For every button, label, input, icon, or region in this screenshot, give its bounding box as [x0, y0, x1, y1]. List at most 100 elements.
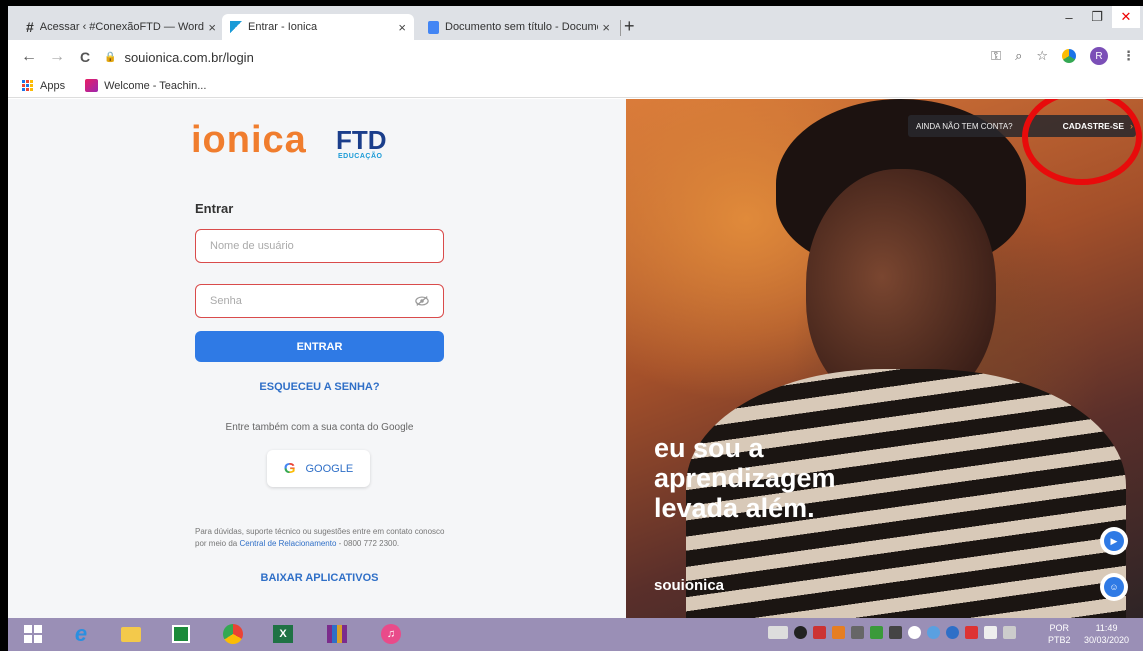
tagline-line: levada além.: [654, 493, 815, 523]
tab-title: Documento sem título - Docume: [445, 21, 599, 33]
souionica-brand: souionica: [654, 577, 725, 594]
network-icon[interactable]: [870, 626, 883, 639]
flag-icon[interactable]: [889, 626, 902, 639]
winrar-icon[interactable]: [324, 621, 350, 647]
key-icon[interactable]: ⚿: [991, 48, 1001, 64]
google-login-button[interactable]: G GOOGLE: [267, 450, 370, 487]
hero-tagline: eu sou a aprendizagem levada além.: [654, 433, 836, 523]
ionica-logo: ionica: [191, 119, 307, 161]
close-icon[interactable]: ×: [398, 20, 406, 35]
google-login-hint: Entre também com a sua conta do Google: [225, 422, 414, 433]
toolbar-actions: ⚿ ⌕ ☆ R ⋮: [991, 47, 1135, 65]
browser-toolbar: ← → C 🔒 souionica.com.br/login ⚿ ⌕ ☆ R ⋮: [8, 40, 1143, 74]
display-icon[interactable]: [984, 626, 997, 639]
ionica-tab-icon: [230, 21, 242, 33]
clock[interactable]: 11:49 30/03/2020: [1084, 622, 1129, 646]
app-tray-icon[interactable]: [832, 626, 845, 639]
extension-icon[interactable]: [1062, 49, 1076, 63]
sync-icon[interactable]: [946, 626, 959, 639]
clock-date: 30/03/2020: [1084, 635, 1130, 645]
excel-icon[interactable]: X: [270, 621, 296, 647]
lock-icon: 🔒: [104, 51, 117, 63]
download-apps-link[interactable]: BAIXAR APLICATIVOS: [195, 572, 444, 584]
star-icon[interactable]: ☆: [1036, 48, 1048, 64]
tab-separator: [620, 20, 621, 36]
play-video-button[interactable]: ▶: [1100, 527, 1128, 555]
maximize-button[interactable]: ❐: [1084, 6, 1110, 28]
signal-icon[interactable]: [851, 626, 864, 639]
cloud-icon[interactable]: [927, 626, 940, 639]
ftd-logo-subtitle: EDUCAÇÃO: [338, 153, 383, 160]
support-phone: - 0800 772 2300.: [336, 539, 400, 548]
help-chat-button[interactable]: ☺: [1100, 573, 1128, 601]
page-content: ionica FTD EDUCAÇÃO Entrar ENTRAR ESQUEC…: [8, 99, 1143, 618]
apps-icon: [22, 79, 34, 92]
minimize-button[interactable]: –: [1056, 6, 1082, 28]
language-code: POR: [1049, 623, 1070, 633]
forgot-password-link[interactable]: ESQUECEU A SENHA?: [195, 381, 444, 393]
wifi-icon[interactable]: [908, 626, 921, 639]
keyboard-icon[interactable]: [768, 626, 788, 639]
browser-window: # Acessar ‹ #ConexãoFTD — Word × Entrar …: [8, 6, 1143, 651]
tab-google-docs[interactable]: Documento sem título - Docume ×: [420, 14, 618, 40]
username-field[interactable]: [195, 229, 444, 263]
tab-wordpress[interactable]: # Acessar ‹ #ConexãoFTD — Word ×: [18, 14, 224, 40]
hero-panel: AINDA NÃO TEM CONTA? CADASTRE-SE › eu so…: [626, 99, 1143, 618]
menu-icon[interactable]: ⋮: [1122, 48, 1135, 64]
internet-explorer-icon[interactable]: e: [68, 621, 94, 647]
close-icon[interactable]: ×: [602, 20, 610, 35]
bookmark-label: Apps: [40, 79, 66, 92]
google-g-icon: G: [283, 460, 296, 477]
chrome-icon[interactable]: [220, 621, 246, 647]
docs-icon: [428, 20, 439, 34]
language-indicator[interactable]: POR PTB2: [1048, 622, 1071, 646]
login-button[interactable]: ENTRAR: [195, 331, 444, 362]
windows-taskbar: e X ♫ POR PTB2 11:49 30/03/2020: [8, 618, 1143, 651]
bookmark-label: Welcome - Teachin...: [104, 79, 207, 92]
itunes-icon[interactable]: ♫: [378, 621, 404, 647]
window-close-button[interactable]: ✕: [1112, 6, 1140, 28]
battery-icon[interactable]: [965, 626, 978, 639]
support-center-link[interactable]: Central de Relacionamento: [239, 539, 336, 548]
signup-question: AINDA NÃO TEM CONTA?: [916, 121, 1013, 131]
eye-off-icon[interactable]: [415, 295, 429, 307]
password-input[interactable]: [210, 295, 415, 307]
bluetooth-icon[interactable]: [794, 626, 807, 639]
store-icon[interactable]: [168, 621, 194, 647]
tab-title: Acessar ‹ #ConexãoFTD — Word: [39, 21, 205, 33]
clock-time: 11:49: [1095, 623, 1118, 633]
login-heading: Entrar: [195, 201, 234, 216]
windows-start-icon[interactable]: [20, 621, 46, 647]
close-icon[interactable]: ×: [208, 20, 216, 35]
reload-button[interactable]: C: [74, 49, 96, 65]
play-icon: ▶: [1104, 531, 1124, 551]
tab-title: Entrar - Ionica: [248, 21, 318, 33]
bookmark-welcome[interactable]: Welcome - Teachin...: [85, 79, 206, 92]
login-panel: ionica FTD EDUCAÇÃO Entrar ENTRAR ESQUEC…: [8, 99, 626, 618]
bookmark-apps[interactable]: Apps: [22, 79, 66, 92]
new-tab-button[interactable]: +: [624, 16, 635, 37]
url-text: souionica.com.br/login: [124, 49, 254, 65]
google-button-label: GOOGLE: [305, 462, 354, 475]
ftd-logo: FTD: [336, 125, 387, 155]
tab-strip: # Acessar ‹ #ConexãoFTD — Word × Entrar …: [8, 6, 1143, 40]
file-explorer-icon[interactable]: [118, 621, 144, 647]
antivirus-icon[interactable]: [813, 626, 826, 639]
system-tray: [768, 626, 1016, 639]
tab-ionica[interactable]: Entrar - Ionica ×: [222, 14, 414, 40]
password-field[interactable]: [195, 284, 444, 318]
bookmarks-bar: Apps Welcome - Teachin...: [8, 74, 1143, 98]
tagline-line: aprendizagem: [654, 463, 836, 493]
volume-icon[interactable]: [1003, 626, 1016, 639]
red-highlight-circle: [1022, 99, 1142, 185]
address-bar[interactable]: 🔒 souionica.com.br/login: [104, 45, 1044, 69]
hash-icon: #: [26, 19, 34, 35]
username-input[interactable]: [210, 240, 429, 252]
support-agent-icon: ☺: [1104, 577, 1124, 597]
zoom-icon[interactable]: ⌕: [1015, 48, 1022, 64]
keyboard-layout: PTB2: [1048, 635, 1071, 645]
back-button[interactable]: ←: [18, 48, 40, 66]
support-text: Para dúvidas, suporte técnico ou sugestõ…: [195, 526, 455, 550]
forward-button[interactable]: →: [46, 48, 68, 66]
profile-avatar[interactable]: R: [1090, 47, 1108, 65]
